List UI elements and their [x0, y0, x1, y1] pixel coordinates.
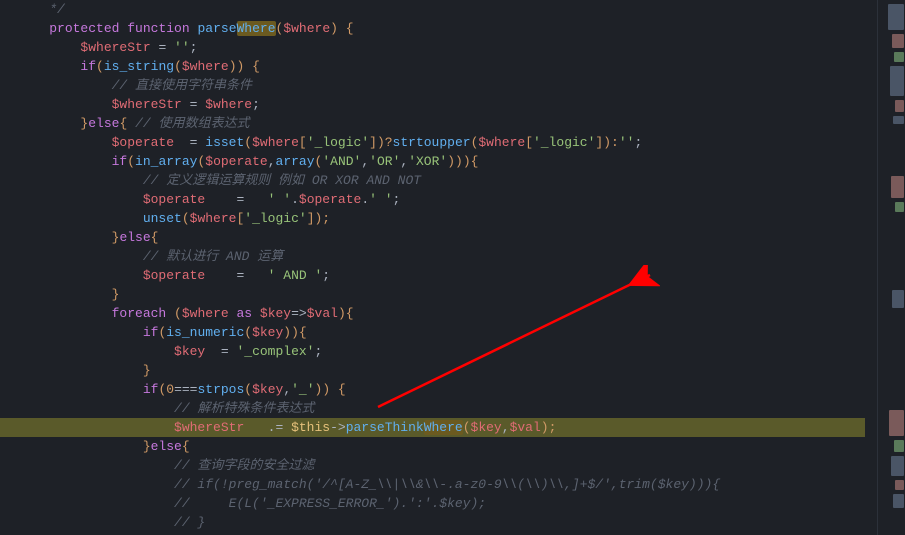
minimap-chunk	[892, 34, 904, 48]
code-line[interactable]: $key = '_complex';	[18, 342, 865, 361]
code-line[interactable]: // if(!preg_match('/^[A-Z_\\|\\&\\-.a-z0…	[18, 475, 865, 494]
code-line[interactable]: foreach ($where as $key=>$val){	[18, 304, 865, 323]
minimap-chunk	[891, 176, 904, 198]
minimap-chunk	[892, 290, 904, 308]
minimap-chunk	[890, 66, 904, 96]
code-line[interactable]: }else{	[18, 437, 865, 456]
code-line[interactable]: }else{	[18, 228, 865, 247]
minimap-chunk	[894, 440, 904, 452]
code-line[interactable]: // 默认进行 AND 运算	[18, 247, 865, 266]
code-line[interactable]: // 解析特殊条件表达式	[18, 399, 865, 418]
code-line[interactable]: $operate = ' AND ';	[18, 266, 865, 285]
code-line[interactable]: }	[18, 285, 865, 304]
code-line[interactable]: }	[18, 361, 865, 380]
code-editor[interactable]: */ protected function parseWhere($where)…	[0, 0, 865, 535]
code-line[interactable]: // 查询字段的安全过滤	[18, 456, 865, 475]
minimap-chunk	[895, 480, 904, 490]
minimap-chunk	[894, 52, 904, 62]
minimap-chunk	[891, 456, 904, 476]
code-line[interactable]: $operate = ' '.$operate.' ';	[18, 190, 865, 209]
minimap-chunk	[889, 410, 904, 436]
minimap-chunk	[893, 494, 904, 508]
code-line[interactable]: */	[18, 0, 865, 19]
code-line[interactable]: // 定义逻辑运算规则 例如 OR XOR AND NOT	[18, 171, 865, 190]
code-line[interactable]: if(is_numeric($key)){	[18, 323, 865, 342]
code-line[interactable]: // }	[18, 513, 865, 532]
minimap-chunk	[888, 4, 904, 30]
code-line[interactable]: // 直接使用字符串条件	[18, 76, 865, 95]
code-line[interactable]: if(in_array($operate,array('AND','OR','X…	[18, 152, 865, 171]
code-line[interactable]: if(0===strpos($key,'_')) {	[18, 380, 865, 399]
code-line[interactable]: if(is_string($where)) {	[18, 57, 865, 76]
code-line[interactable]: // E(L('_EXPRESS_ERROR_').':'.$key);	[18, 494, 865, 513]
minimap[interactable]	[877, 0, 905, 535]
code-line[interactable]: $whereStr = $where;	[18, 95, 865, 114]
code-line[interactable]: }else{ // 使用数组表达式	[18, 114, 865, 133]
code-line[interactable]: $whereStr .= $this->parseThinkWhere($key…	[0, 418, 865, 437]
code-line[interactable]: unset($where['_logic']);	[18, 209, 865, 228]
minimap-chunk	[895, 100, 904, 112]
minimap-chunk	[893, 116, 904, 124]
code-line[interactable]: protected function parseWhere($where) {	[18, 19, 865, 38]
code-line[interactable]: $operate = isset($where['_logic'])?strto…	[18, 133, 865, 152]
minimap-chunk	[895, 202, 904, 212]
code-line[interactable]: $whereStr = '';	[18, 38, 865, 57]
